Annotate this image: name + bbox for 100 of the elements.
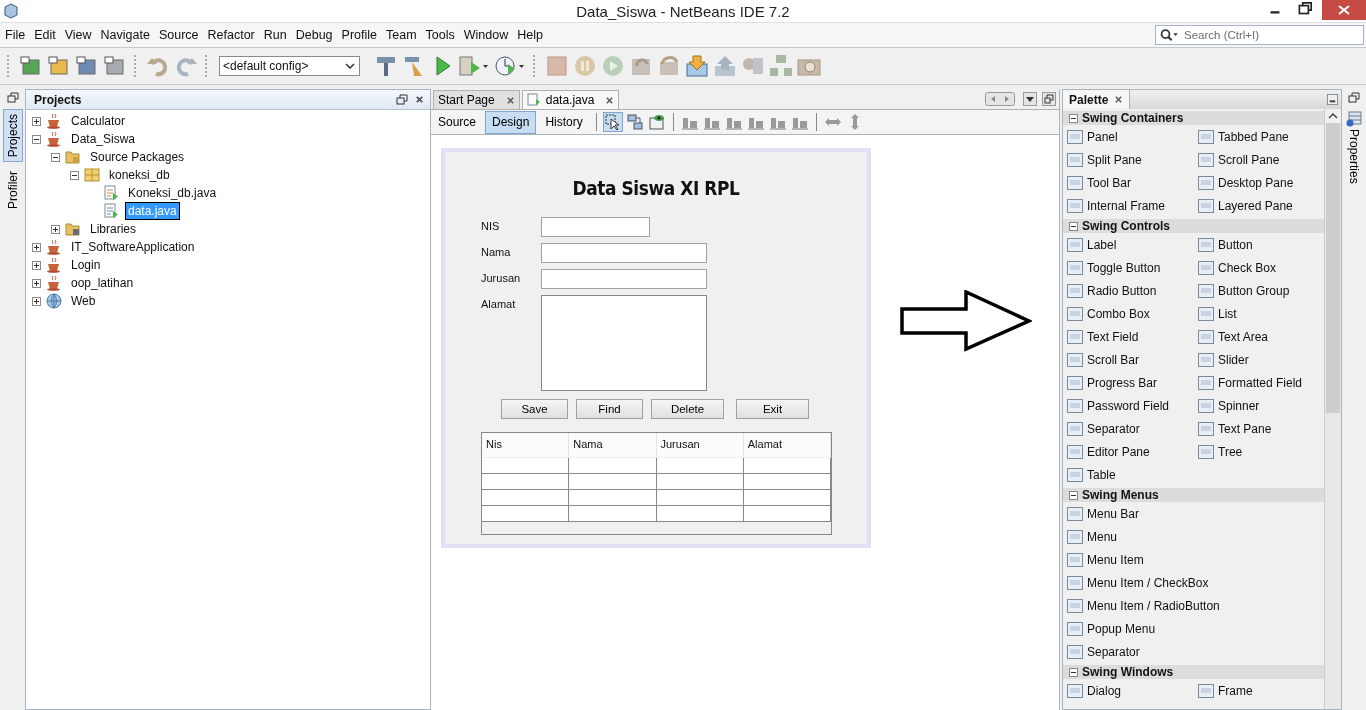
project-node[interactable]: Login: [69, 257, 103, 273]
menubar-entry[interactable]: Help: [512, 28, 547, 42]
view-tab[interactable]: Design: [485, 110, 537, 134]
menubar-entry[interactable]: Source: [153, 28, 203, 42]
preview-icon[interactable]: [647, 113, 666, 131]
close-icon[interactable]: [415, 95, 424, 104]
palette-item[interactable]: Menu Item / RadioButton: [1063, 594, 1324, 617]
palette-item[interactable]: Password Field: [1063, 394, 1194, 417]
collapse-icon[interactable]: [1069, 221, 1078, 231]
column-header[interactable]: Alamat: [743, 433, 831, 457]
menubar-entry[interactable]: Edit: [29, 28, 60, 42]
collapse-icon[interactable]: [1069, 490, 1078, 500]
palette-item[interactable]: Separator: [1063, 640, 1324, 663]
palette-item[interactable]: Popup Menu: [1063, 617, 1324, 640]
form-button[interactable]: Exit: [736, 399, 809, 419]
palette-item[interactable]: Layered Pane: [1194, 194, 1324, 217]
menubar-entry[interactable]: Refactor: [202, 28, 259, 42]
palette-item[interactable]: Tabbed Pane: [1194, 125, 1324, 148]
restore-window-icon[interactable]: [395, 92, 409, 107]
input-field[interactable]: [541, 243, 707, 263]
project-node[interactable]: oop_latihan: [69, 275, 136, 291]
palette-item[interactable]: Scroll Bar: [1063, 348, 1194, 371]
expand-toggle[interactable]: [51, 152, 60, 162]
text-area[interactable]: [541, 295, 707, 391]
palette-item[interactable]: Spinner: [1194, 394, 1324, 417]
close-icon[interactable]: [505, 95, 515, 105]
close-project-icon[interactable]: [103, 54, 127, 78]
project-node[interactable]: Data_Siswa: [69, 131, 138, 147]
palette-item[interactable]: Menu: [1063, 525, 1324, 548]
palette-category[interactable]: Swing Controls: [1063, 219, 1324, 233]
palette-item[interactable]: Panel: [1063, 125, 1194, 148]
menubar-entry[interactable]: Tools: [420, 28, 459, 42]
palette-item[interactable]: Toggle Button: [1063, 256, 1194, 279]
new-file-icon[interactable]: [19, 54, 43, 78]
column-header[interactable]: Nis: [482, 433, 570, 457]
palette-category[interactable]: Swing Containers: [1063, 111, 1324, 125]
palette-item[interactable]: Menu Item / CheckBox: [1063, 571, 1324, 594]
menubar-entry[interactable]: View: [59, 28, 96, 42]
palette-item[interactable]: Split Pane: [1063, 148, 1194, 171]
palette-item[interactable]: Tree: [1194, 440, 1324, 463]
expand-toggle[interactable]: [32, 134, 41, 144]
menubar-entry[interactable]: Team: [381, 28, 421, 42]
scrollbar-thumb[interactable]: [1326, 123, 1340, 413]
search-field[interactable]: Search (Ctrl+I): [1155, 25, 1364, 45]
expand-toggle[interactable]: [32, 296, 41, 306]
palette-item[interactable]: Text Area: [1194, 325, 1324, 348]
menubar-entry[interactable]: Profile: [336, 28, 381, 42]
restore-window-icon[interactable]: [5, 91, 20, 105]
expand-toggle[interactable]: [32, 242, 41, 252]
palette-category[interactable]: Swing Windows: [1063, 665, 1324, 679]
close-icon[interactable]: [1114, 95, 1124, 104]
hammer-icon[interactable]: [374, 54, 398, 78]
palette-item[interactable]: Separator: [1063, 417, 1194, 440]
palette-item[interactable]: Combo Box: [1063, 302, 1194, 325]
palette-item[interactable]: Tool Bar: [1063, 171, 1194, 194]
palette-item[interactable]: Menu Item: [1063, 548, 1324, 571]
palette-item[interactable]: List: [1194, 302, 1324, 325]
collapse-icon[interactable]: [1069, 113, 1078, 123]
palette-item[interactable]: Label: [1063, 233, 1194, 256]
menubar-entry[interactable]: Debug: [290, 28, 337, 42]
view-tab[interactable]: History: [538, 110, 590, 134]
palette-item[interactable]: Dialog: [1063, 679, 1194, 702]
palette-item[interactable]: Desktop Pane: [1194, 171, 1324, 194]
scroll-up-icon[interactable]: [1325, 109, 1341, 123]
expand-toggle[interactable]: [32, 116, 41, 126]
expand-toggle[interactable]: [32, 260, 41, 270]
input-field[interactable]: [541, 269, 707, 289]
side-tab[interactable]: Properties: [1346, 111, 1362, 184]
column-header[interactable]: Nama: [569, 433, 657, 457]
dropdown-icon[interactable]: [1023, 92, 1037, 106]
palette-item[interactable]: Formatted Field: [1194, 371, 1324, 394]
palette-item[interactable]: Radio Button: [1063, 279, 1194, 302]
folder-icon[interactable]: [75, 54, 99, 78]
restore-window-icon[interactable]: [1042, 92, 1056, 106]
palette-item[interactable]: Table: [1063, 463, 1194, 486]
form-button[interactable]: Save: [501, 399, 568, 419]
palette-item[interactable]: Scroll Pane: [1194, 148, 1324, 171]
palette-item[interactable]: Progress Bar: [1063, 371, 1194, 394]
project-node[interactable]: Koneksi_db.java: [126, 185, 219, 201]
expand-toggle[interactable]: [51, 224, 60, 234]
menubar-entry[interactable]: Run: [258, 28, 291, 42]
menubar-entry[interactable]: File: [0, 28, 30, 42]
project-node[interactable]: Web: [69, 293, 98, 309]
palette-category[interactable]: Swing Menus: [1063, 488, 1324, 502]
project-node[interactable]: koneksi_db: [107, 167, 172, 183]
palette-item[interactable]: Editor Pane: [1063, 440, 1194, 463]
side-tab[interactable]: Projects: [2, 109, 23, 163]
project-node[interactable]: Calculator: [69, 113, 128, 129]
editor-tab[interactable]: data.java: [521, 90, 620, 109]
project-node[interactable]: Libraries: [88, 221, 139, 237]
minimize-icon[interactable]: [1327, 94, 1338, 105]
editor-tab[interactable]: Start Page: [433, 90, 520, 109]
palette-item[interactable]: Slider: [1194, 348, 1324, 371]
form-button[interactable]: Find: [576, 399, 643, 419]
download-icon[interactable]: [685, 54, 709, 78]
project-node[interactable]: IT_SoftwareApplication: [69, 239, 197, 255]
close-icon[interactable]: [1322, 0, 1366, 20]
view-tab[interactable]: Source: [431, 110, 484, 134]
project-node[interactable]: Source Packages: [88, 149, 187, 165]
expand-toggle[interactable]: [70, 170, 79, 180]
